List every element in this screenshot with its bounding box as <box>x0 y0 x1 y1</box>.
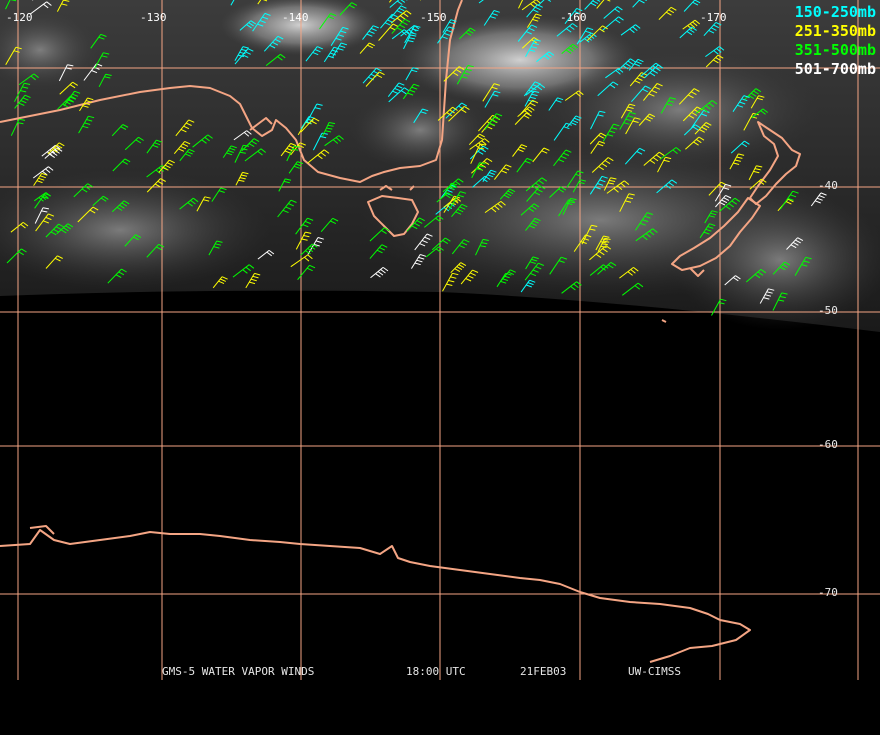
legend-item-501-700mb: 501-700mb <box>795 60 876 79</box>
lon-label-170: -170 <box>700 12 727 24</box>
footer-caption: GMS-5 WATER VAPOR WINDS 18:00 UTC 21FEB0… <box>162 665 175 679</box>
water-vapor-map <box>0 0 880 680</box>
lon-label-120: -120 <box>6 12 33 24</box>
footer-credit: UW-CIMSS <box>628 665 681 679</box>
footer-date: 21FEB03 <box>520 665 566 679</box>
lon-label-150: -150 <box>420 12 447 24</box>
legend-item-251-350mb: 251-350mb <box>795 22 876 41</box>
lon-label-160: -160 <box>560 12 587 24</box>
lat-label-50: -50 <box>818 305 838 317</box>
footer-time: 18:00 UTC <box>406 665 466 679</box>
lat-label-60: -60 <box>818 439 838 451</box>
pressure-legend: 150-250mb 251-350mb 351-500mb 501-700mb <box>795 3 876 79</box>
lat-label-40: -40 <box>818 180 838 192</box>
lat-label-70: -70 <box>818 587 838 599</box>
legend-item-150-250mb: 150-250mb <box>795 3 876 22</box>
footer-product: GMS-5 WATER VAPOR WINDS <box>162 665 314 679</box>
legend-item-351-500mb: 351-500mb <box>795 41 876 60</box>
lon-label-140: -140 <box>282 12 309 24</box>
lon-label-130: -130 <box>140 12 167 24</box>
